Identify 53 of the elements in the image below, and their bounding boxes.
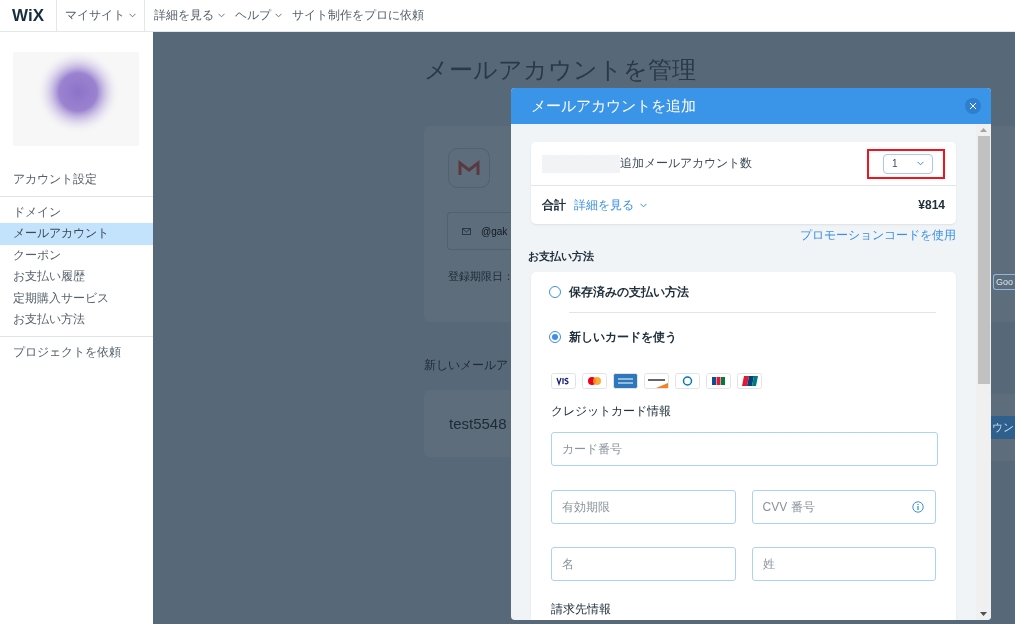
sidebar-item[interactable]: アカウント設定 [0, 169, 153, 191]
input-field[interactable]: 名 [551, 547, 736, 581]
envelope-icon [462, 227, 471, 235]
nav-menu-item[interactable]: マイサイト [57, 0, 145, 31]
account-name: test5548 [449, 415, 507, 432]
expiry-label: 登録期限日： [448, 270, 514, 282]
mastercard-icon [582, 373, 607, 389]
section-heading: 請求先情報 [551, 601, 612, 618]
chevron-down-icon [917, 161, 924, 166]
input-field[interactable]: 姓 [751, 547, 936, 581]
details-link[interactable]: 詳細を見る [574, 196, 647, 214]
scrollbar[interactable] [976, 124, 991, 620]
payment-option[interactable]: 新しいカードを使う [549, 325, 936, 349]
mail-logo-icon [448, 148, 490, 188]
scroll-down-icon[interactable] [980, 612, 987, 616]
scroll-up-icon[interactable] [980, 128, 987, 132]
payment-option[interactable]: 保存済みの支払い方法 [549, 280, 936, 304]
nav-menu-item[interactable]: ヘルプ [230, 0, 287, 31]
info-icon[interactable] [912, 501, 924, 513]
diners-card-icon [675, 373, 700, 389]
account-button[interactable]: Goo [993, 274, 1015, 290]
sidebar-item[interactable]: メールアカウント [0, 223, 153, 245]
chevron-down-icon [218, 13, 225, 18]
logo[interactable]: WiX [0, 0, 57, 31]
cvv-field[interactable]: CVV 番号 [751, 490, 936, 524]
jcb-card-icon [706, 373, 731, 389]
close-icon [970, 103, 976, 109]
total-label: 合計 [542, 196, 566, 214]
sidebar-item[interactable]: クーポン [0, 244, 153, 266]
section-heading: クレジットカード情報 [551, 403, 672, 420]
sidebar-item[interactable]: ドメイン [0, 201, 153, 223]
chevron-down-icon [275, 13, 282, 18]
nav-menu-item[interactable]: サイト制作をプロに依頼 [287, 0, 429, 31]
total-price: ¥814 [918, 198, 945, 212]
unionpay-card-icon [737, 373, 762, 389]
payment-label: お支払い方法 [528, 249, 595, 264]
quantity-select[interactable]: 1 [883, 153, 933, 174]
sidebar-item[interactable]: お支払い履歴 [0, 266, 153, 288]
discover-card-icon [644, 373, 669, 389]
amex-card-icon [613, 373, 638, 389]
chevron-down-icon [640, 202, 647, 208]
chevron-down-icon [129, 13, 136, 18]
sidebar-item[interactable]: お支払い方法 [0, 309, 153, 331]
visa-card-icon [551, 373, 576, 389]
close-button[interactable] [965, 98, 981, 114]
input-field[interactable]: 有効期限 [551, 490, 736, 524]
sidebar-item[interactable]: プロジェクトを依頼 [0, 341, 153, 363]
dialog-title: メールアカウントを追加 [531, 96, 696, 116]
card-number-field[interactable]: カード番号 [551, 432, 938, 466]
sidebar-item[interactable]: 定期購入サービス [0, 287, 153, 309]
quantity-label: 追加メールアカウント数 [620, 155, 752, 172]
nav-menu-item[interactable]: 詳細を見る [149, 0, 230, 31]
add-account-button[interactable]: ウン [991, 416, 1015, 439]
